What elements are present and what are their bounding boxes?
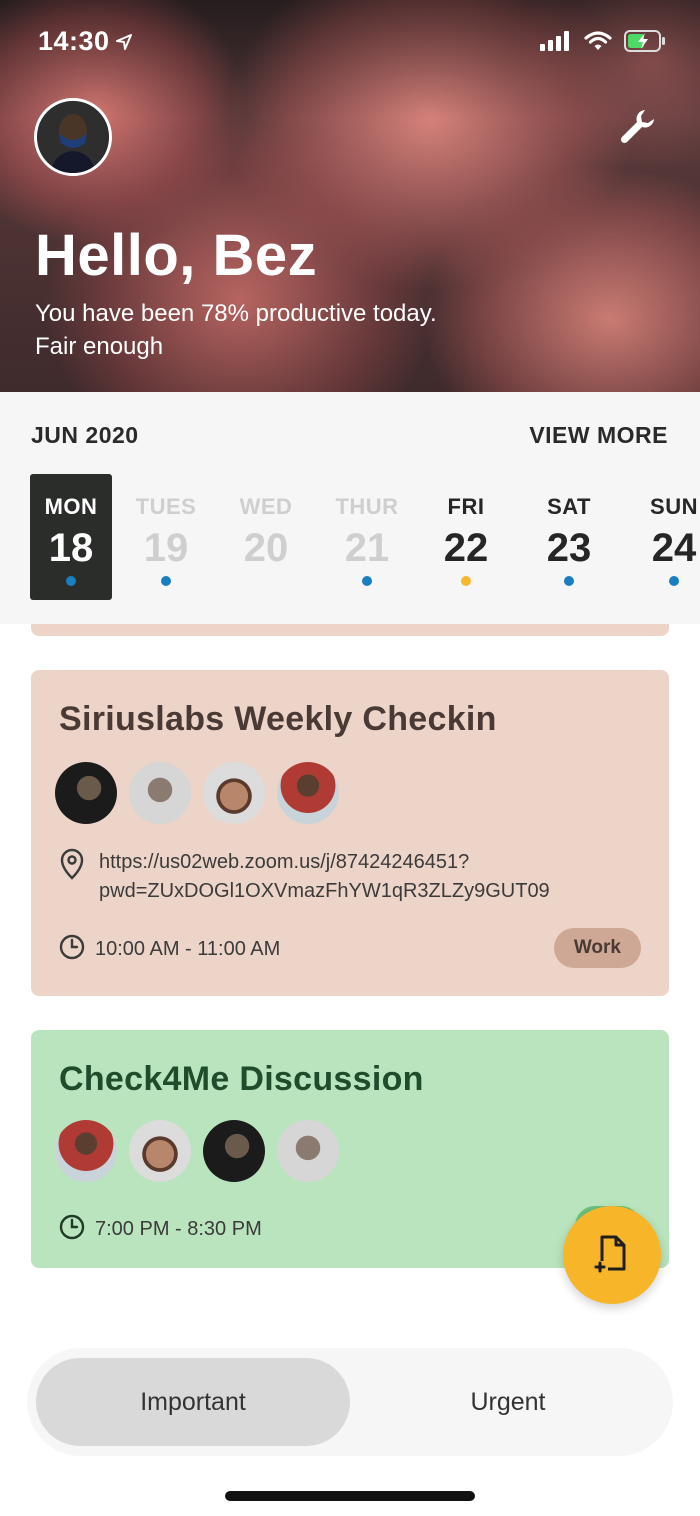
wifi-icon (584, 31, 612, 56)
day-number: 20 (243, 526, 289, 570)
day-name: SAT (547, 494, 591, 519)
time-range: 10:00 AM - 11:00 AM (95, 938, 281, 960)
day-wed[interactable]: WED 20 (225, 474, 307, 600)
day-name: MON (44, 494, 98, 519)
attendee-avatar (129, 762, 191, 824)
day-name: FRI (447, 494, 485, 519)
attendee-avatar (55, 1120, 117, 1182)
day-mon[interactable]: MON 18 (30, 474, 112, 600)
clock-icon (59, 934, 85, 965)
event-dot (66, 576, 76, 586)
attendee-avatar (55, 762, 117, 824)
event-title: Check4Me Discussion (59, 1060, 424, 1098)
productivity-text: You have been 78% productive today. (35, 300, 437, 327)
home-indicator (225, 1491, 475, 1501)
greeting-title: Hello, Bez (35, 223, 318, 288)
event-dot (362, 576, 372, 586)
location-arrow-icon (115, 26, 132, 57)
day-number: 19 (143, 526, 189, 570)
location-pin-icon (59, 848, 85, 906)
location-link-line: https://us02web.zoom.us/j/87424246451? (99, 851, 470, 873)
day-name: SUN (650, 494, 698, 519)
event-dot (461, 576, 471, 586)
day-number: 18 (48, 526, 94, 570)
event-dot (564, 576, 574, 586)
previous-event-card-edge[interactable] (31, 624, 669, 636)
day-fri[interactable]: FRI 22 (425, 474, 507, 600)
user-avatar[interactable] (34, 98, 112, 176)
event-card[interactable]: Siriuslabs Weekly Checkin https://us02we… (31, 670, 669, 996)
day-name: TUES (135, 494, 197, 519)
header-banner: 14:30 Hello, Bez You have been 78% produ… (0, 0, 700, 392)
attendee-avatar (277, 762, 339, 824)
category-tag: Work (553, 928, 641, 968)
signal-icon (540, 31, 572, 56)
urgent-tab[interactable]: Urgent (351, 1358, 665, 1446)
status-icons (540, 30, 666, 57)
attendee-avatar (129, 1120, 191, 1182)
event-time: 7:00 PM - 8:30 PM (59, 1214, 262, 1245)
day-sat[interactable]: SAT 23 (528, 474, 610, 600)
time-range: 7:00 PM - 8:30 PM (95, 1218, 262, 1240)
event-dot (669, 576, 679, 586)
day-number: 24 (651, 526, 697, 570)
attendee-list (55, 762, 339, 824)
day-name: THUR (335, 494, 399, 519)
day-number: 21 (344, 526, 390, 570)
month-label: JUN 2020 (31, 422, 139, 448)
day-thur[interactable]: THUR 21 (326, 474, 408, 600)
add-note-button[interactable] (563, 1206, 661, 1304)
attendee-avatar (277, 1120, 339, 1182)
day-number: 22 (443, 526, 489, 570)
view-more-link[interactable]: VIEW MORE (529, 422, 668, 449)
location-link-line: pwd=ZUxDOGl1OXVmazFhYW1qR3ZLZy9GUT09 (99, 880, 550, 902)
battery-charging-icon (624, 30, 666, 57)
important-tab[interactable]: Important (36, 1358, 350, 1446)
productivity-comment: Fair enough (35, 333, 164, 360)
event-time: 10:00 AM - 11:00 AM (59, 934, 280, 965)
event-dot (161, 576, 171, 586)
clock-icon (59, 1214, 85, 1245)
attendee-list (55, 1120, 339, 1182)
attendee-avatar (203, 762, 265, 824)
day-name: WED (239, 494, 293, 519)
week-calendar: JUN 2020 VIEW MORE MON 18 TUES 19 WED 20… (0, 392, 700, 624)
add-note-icon (590, 1231, 634, 1280)
day-number: 23 (546, 526, 592, 570)
priority-toggle: Important Urgent (27, 1348, 673, 1456)
attendee-avatar (203, 1120, 265, 1182)
wrench-icon[interactable] (618, 106, 658, 146)
status-time: 14:30 (38, 26, 132, 57)
day-tues[interactable]: TUES 19 (125, 474, 207, 600)
day-sun[interactable]: SUN 24 (633, 474, 700, 600)
event-location[interactable]: https://us02web.zoom.us/j/87424246451? p… (59, 848, 550, 906)
event-title: Siriuslabs Weekly Checkin (59, 700, 497, 738)
